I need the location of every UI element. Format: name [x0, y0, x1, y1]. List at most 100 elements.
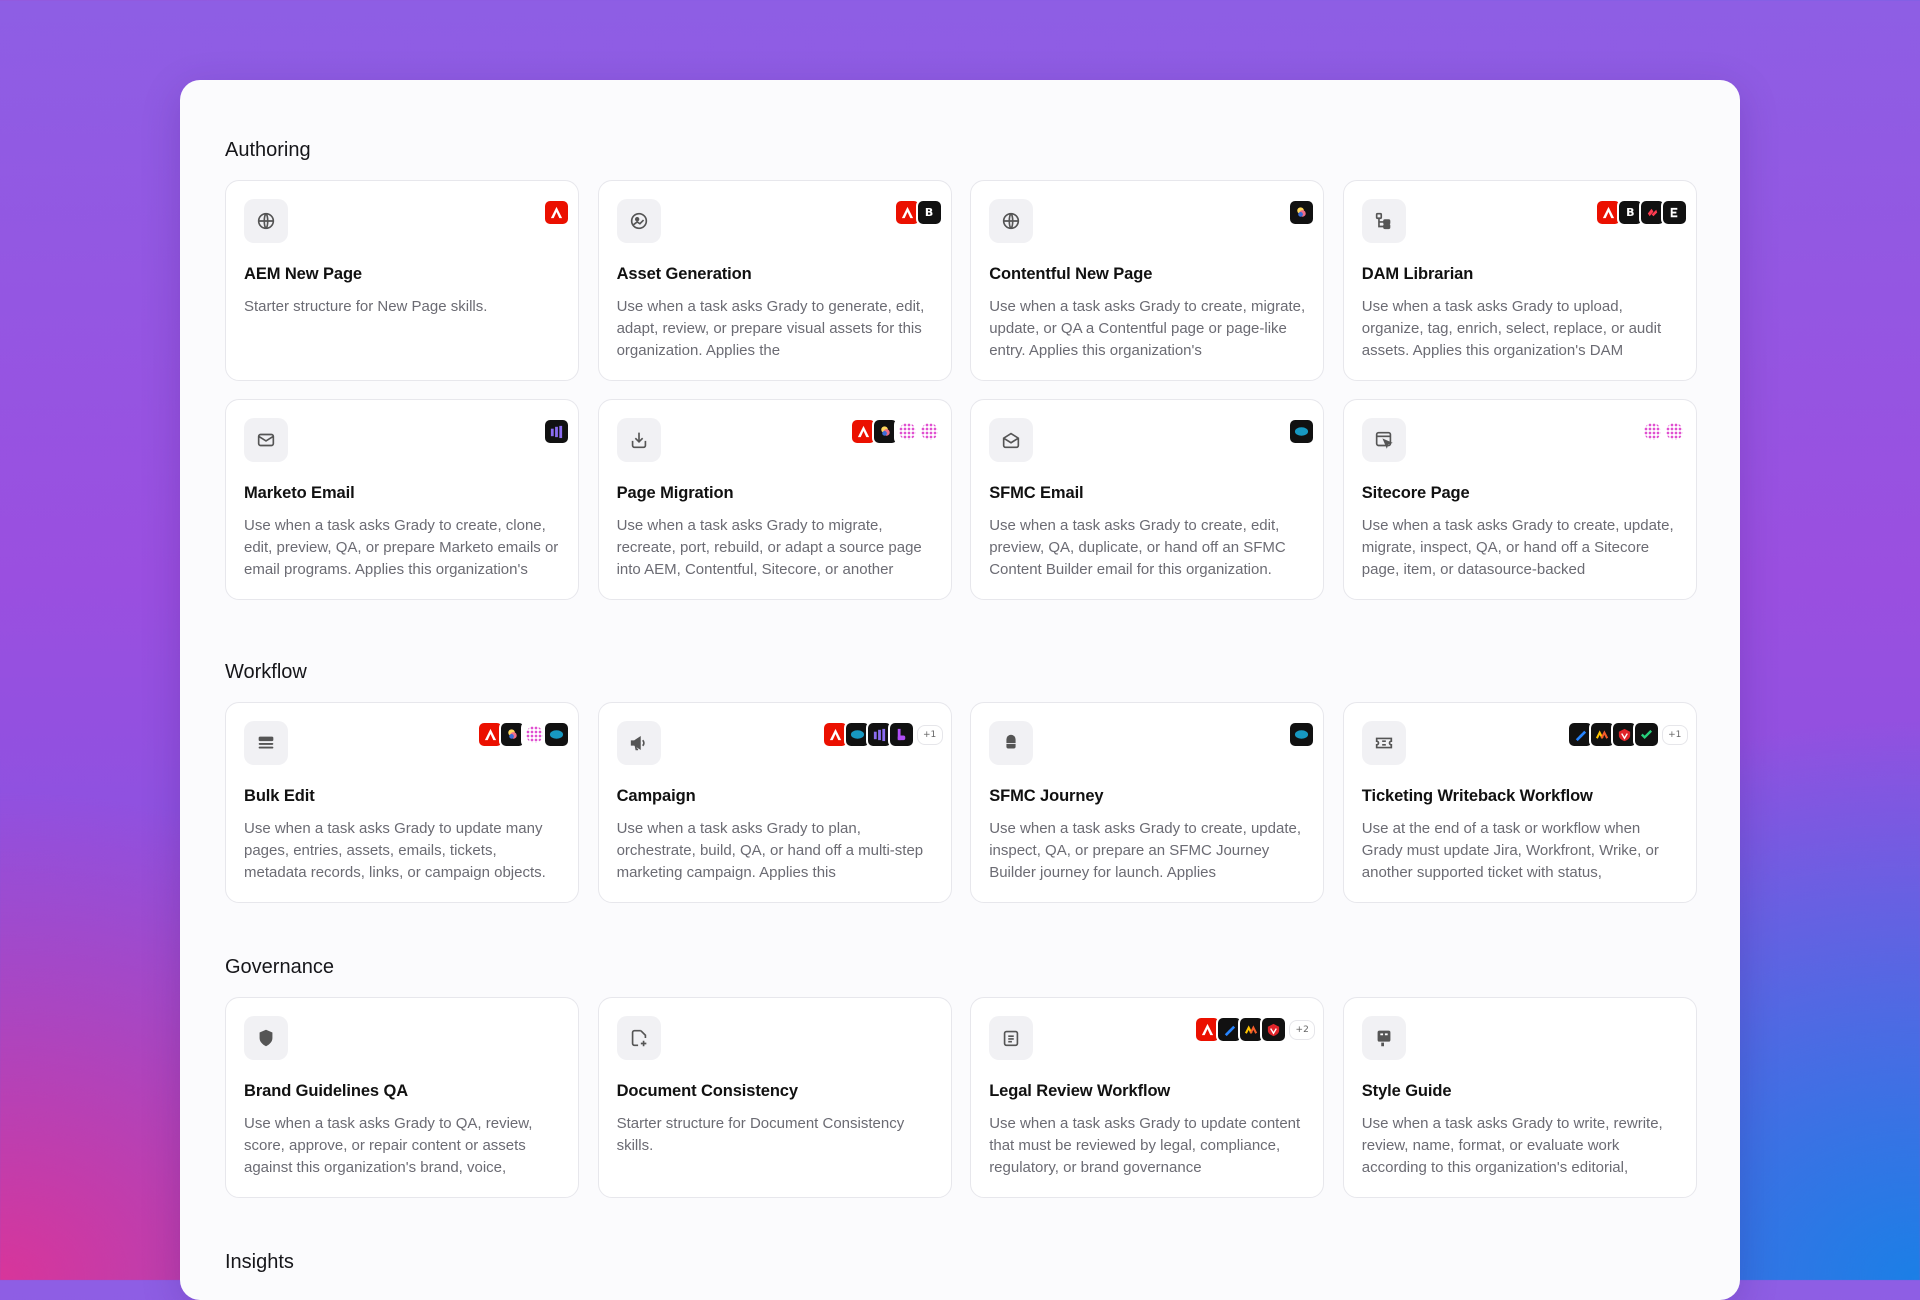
section-governance: Governance Brand Guidelines QA Use when a … — [225, 952, 1697, 1198]
skill-card[interactable]: +2 Legal Review Workflow Use when a task a… — [970, 997, 1325, 1198]
layers-icon — [244, 721, 288, 765]
skill-card-title: Ticketing Writeback Workflow — [1361, 787, 1593, 805]
skill-card[interactable]: +1 Ticketing Writeback Workflow Use at the… — [1342, 702, 1697, 903]
shield-icon — [244, 1016, 288, 1060]
salesforce-logo-icon — [1288, 721, 1316, 748]
section-title: Workflow — [225, 661, 307, 683]
skill-card[interactable]: Page Migration Use when a task asks Grady… — [597, 399, 952, 600]
sitecore-logo-icon — [1660, 418, 1688, 445]
image-icon — [616, 199, 661, 243]
skill-card[interactable]: AEM New Page Starter structure for New Pa… — [225, 180, 579, 381]
skill-card-grid: Brand Guidelines QA Use when a task asks … — [225, 997, 1697, 1198]
skill-card-description: Use when a task asks Grady to create, up… — [989, 820, 1302, 881]
skill-card[interactable]: Sitecore Page Use when a task asks Grady … — [1342, 399, 1697, 600]
integration-logos: +1 — [821, 721, 943, 748]
integration-logos — [543, 199, 570, 226]
skill-card-title: Marketo Email — [244, 484, 355, 502]
skill-card[interactable]: B Asset Generation Use when a task asks Gr… — [597, 180, 952, 381]
document-plus-icon — [616, 1016, 661, 1060]
skill-card-title: Page Migration — [616, 484, 734, 502]
skill-card-description: Starter structure for New Page skills. — [244, 298, 488, 315]
section-authoring: Authoring AEM New Page Starter structure f… — [225, 135, 1697, 600]
globe-icon — [989, 199, 1034, 243]
skill-card-title: AEM New Page — [244, 265, 362, 283]
integration-logos: B — [893, 199, 943, 226]
integration-logos — [477, 721, 570, 748]
integration-logos — [849, 418, 943, 445]
style-icon — [1361, 1016, 1406, 1060]
skill-card-title: Style Guide — [1361, 1082, 1452, 1100]
skill-card-description: Use when a task asks Grady to QA, review… — [244, 1115, 533, 1176]
skill-card-description: Use when a task asks Grady to write, rew… — [1361, 1115, 1663, 1176]
marketo-logo-icon — [543, 418, 570, 445]
more-integrations-badge: +1 — [1661, 724, 1688, 745]
skill-card-title: Legal Review Workflow — [989, 1082, 1171, 1100]
skill-card-title: Campaign — [616, 787, 696, 805]
skill-card-description: Use when a task asks Grady to create, mi… — [989, 298, 1306, 359]
mail-icon — [244, 418, 288, 462]
canto-logo-icon — [1660, 199, 1688, 226]
section-workflow: Workflow Bulk Edit Use when a task asks Gr… — [225, 657, 1697, 903]
section-title: Authoring — [225, 139, 311, 161]
skill-card-description: Use when a task asks Grady to update con… — [989, 1115, 1301, 1176]
skill-card[interactable]: Brand Guidelines QA Use when a task asks … — [225, 997, 579, 1198]
skill-card-grid: Bulk Edit Use when a task asks Grady to u… — [225, 702, 1697, 903]
salesforce-logo-icon — [1288, 418, 1316, 445]
skill-card[interactable]: Contentful New Page Use when a task asks … — [970, 180, 1325, 381]
more-integrations-badge: +2 — [1289, 1019, 1316, 1040]
folder-tree-icon — [1361, 199, 1406, 243]
megaphone-icon — [616, 721, 661, 765]
skill-card-title: Contentful New Page — [989, 265, 1153, 283]
skill-card-description: Use at the end of a task or workflow whe… — [1361, 820, 1659, 881]
skill-card-title: Sitecore Page — [1361, 484, 1470, 502]
salesforce-logo-icon — [543, 721, 570, 748]
globe-icon — [244, 199, 288, 243]
integration-logos: +1 — [1566, 721, 1688, 748]
skill-card[interactable]: Style Guide Use when a task asks Grady to… — [1342, 997, 1697, 1198]
section-insights: Insights — [225, 1247, 1695, 1277]
wrike-logo-icon — [1260, 1016, 1288, 1043]
mail-open-icon — [989, 418, 1034, 462]
section-title: Insights — [225, 1251, 294, 1273]
skill-card-title: Brand Guidelines QA — [244, 1082, 409, 1100]
skill-card-description: Use when a task asks Grady to upload, or… — [1361, 298, 1662, 359]
adobe-logo-icon — [543, 199, 570, 226]
cloud-icon — [989, 721, 1034, 765]
integration-logos: +2 — [1194, 1016, 1316, 1043]
ticket-icon — [1361, 721, 1406, 765]
skill-card-title: SFMC Journey — [989, 787, 1104, 805]
integration-logos — [1288, 418, 1316, 445]
skill-card[interactable]: Marketo Email Use when a task asks Grady … — [225, 399, 579, 600]
window-pointer-icon — [1361, 418, 1406, 462]
skill-card-title: DAM Librarian — [1361, 265, 1474, 283]
integration-logos — [543, 418, 570, 445]
skill-card-description: Use when a task asks Grady to generate, … — [616, 298, 925, 359]
hubspot-logo-icon — [887, 721, 915, 748]
skill-card[interactable]: SFMC Email Use when a task asks Grady to … — [970, 399, 1325, 600]
download-icon — [616, 418, 661, 462]
skill-card-title: Bulk Edit — [244, 787, 315, 805]
more-integrations-badge: +1 — [916, 724, 943, 745]
skill-card[interactable]: Document Consistency Starter structure fo… — [597, 997, 952, 1198]
skill-card-title: Asset Generation — [616, 265, 752, 283]
skill-card-description: Use when a task asks Grady to create, ed… — [989, 517, 1286, 578]
skills-panel: Authoring AEM New Page Starter structure f… — [180, 80, 1740, 1300]
integration-logos — [1638, 418, 1688, 445]
skill-card[interactable]: SFMC Journey Use when a task asks Grady t… — [970, 702, 1325, 903]
clipboard-icon — [989, 1016, 1034, 1060]
integration-logos — [1288, 721, 1316, 748]
skill-card-title: SFMC Email — [989, 484, 1084, 502]
skill-card[interactable]: Bulk Edit Use when a task asks Grady to u… — [225, 702, 579, 903]
skill-card-description: Use when a task asks Grady to create, up… — [1361, 517, 1674, 578]
skill-card-description: Use when a task asks Grady to migrate, r… — [616, 517, 922, 578]
skill-card-description: Use when a task asks Grady to update man… — [244, 820, 546, 881]
skill-card[interactable]: +1 Campaign Use when a task asks Grady to … — [597, 702, 952, 903]
sitecore-logo-icon — [915, 418, 943, 445]
skill-card-title: Document Consistency — [616, 1082, 798, 1100]
skill-card-description: Starter structure for Document Consisten… — [616, 1115, 905, 1154]
skill-card[interactable]: B DAM Librarian Use when a task asks Grady… — [1342, 180, 1697, 381]
skill-card-description: Use when a task asks Grady to create, cl… — [244, 517, 559, 578]
bynder-logo-icon: B — [915, 199, 943, 226]
skill-card-grid: AEM New Page Starter structure for New Pa… — [225, 180, 1697, 600]
section-title: Governance — [225, 956, 334, 978]
